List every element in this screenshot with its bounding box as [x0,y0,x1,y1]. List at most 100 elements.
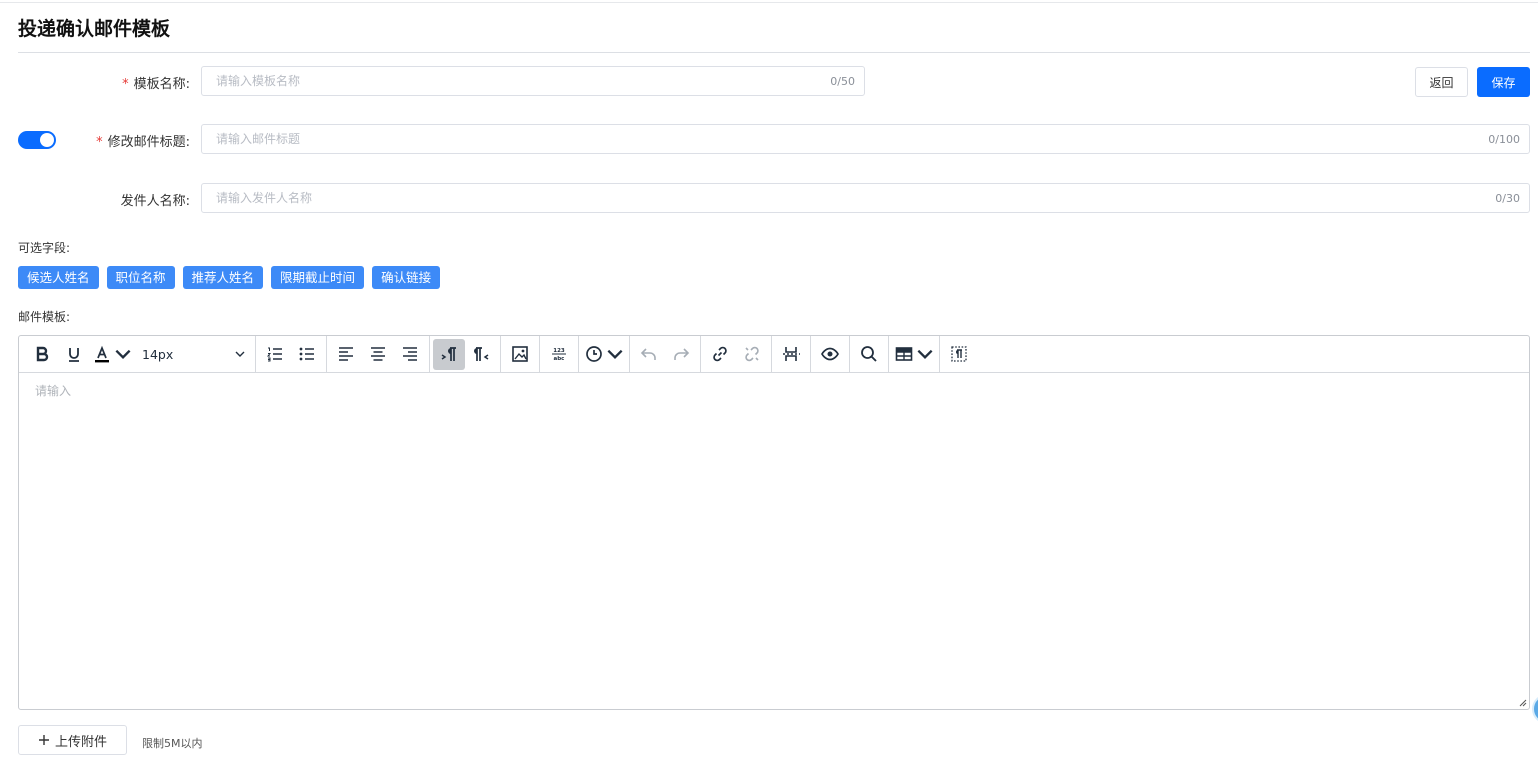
sender-name-field: 0/30 [201,183,1530,213]
title-divider [18,52,1530,53]
field-chip-confirm-link[interactable]: 确认链接 [372,266,441,289]
sender-name-label: 发件人名称: [120,194,190,209]
align-left-icon [339,347,353,361]
toolbar-group-image [501,336,540,373]
toolbar-group-preview [811,336,850,373]
ltr-button[interactable] [433,338,465,370]
numbered-list-button[interactable] [259,339,291,370]
redo-button[interactable] [665,339,697,370]
upload-attachment-label: 上传附件 [54,734,107,750]
table-icon [895,347,912,361]
template-name-label-text: 模板名称: [133,77,190,92]
align-center-button[interactable] [362,339,394,370]
back-button[interactable]: 返回 [1415,67,1468,97]
required-mark: * [96,135,103,150]
align-center-icon [371,347,385,361]
subject-toggle[interactable] [18,131,56,149]
template-name-field: 0/50 [201,66,865,96]
toolbar-group-direction [430,336,501,373]
field-chip-position-name[interactable]: 职位名称 [106,266,175,289]
toolbar-group-lists [256,336,327,373]
toggle-knob [40,133,54,147]
chevron-down-icon [607,349,622,359]
toolbar-group-time [579,336,630,373]
toolbar-group-links [701,336,772,373]
underline-button[interactable] [58,339,90,370]
rtl-icon [474,347,489,361]
upload-attachment-button[interactable]: 上传附件 [18,725,127,755]
sender-name-input[interactable] [216,185,1496,211]
mail-subject-counter: 0/100 [1488,132,1520,146]
page-title: 投递确认邮件模板 [18,18,171,40]
field-chip-referrer-name[interactable]: 推荐人姓名 [182,266,264,289]
field-chip-candidate-name[interactable]: 候选人姓名 [18,266,99,289]
preview-button[interactable] [814,339,846,370]
text-color-icon [94,345,109,363]
svg-text:abc: abc [554,356,565,362]
save-button[interactable]: 保存 [1477,67,1530,97]
toolbar-group-format: 14px [23,336,256,373]
font-size-value: 14px [142,346,174,362]
text-color-button[interactable] [90,339,134,370]
plus-icon [38,735,49,745]
show-blocks-button[interactable] [943,339,975,370]
mail-template-label: 邮件模板: [18,310,71,324]
optional-fields-label: 可选字段: [18,241,71,255]
numbered-list-icon [266,347,282,362]
toolbar-group-count: 123 abc [540,336,579,373]
mail-subject-label: * 修改邮件标题: [96,131,190,150]
undo-button[interactable] [633,339,665,370]
toolbar-group-table [889,336,940,373]
table-button[interactable] [892,339,936,370]
align-left-button[interactable] [330,339,362,370]
rich-text-editor: 14px 123 abc 请输入 [18,335,1530,710]
toolbar-group-search [850,336,889,373]
image-icon [512,346,528,362]
bold-icon [36,346,49,362]
insert-datetime-button[interactable] [582,339,626,370]
mail-subject-input[interactable] [216,126,1489,152]
field-chip-deadline[interactable]: 限期截止时间 [271,266,365,289]
bold-button[interactable] [26,339,58,370]
word-count-button[interactable]: 123 abc [543,339,575,370]
unlink-button[interactable] [736,339,768,370]
editor-content-area[interactable]: 请输入 [19,374,1529,709]
editor-toolbar: 14px 123 abc [19,336,1529,373]
chevron-down-icon [235,351,245,357]
floating-assistant-button[interactable] [1532,694,1538,724]
link-icon [713,346,727,362]
align-right-icon [403,347,417,361]
toolbar-group-history [630,336,701,373]
mail-subject-label-text: 修改邮件标题: [107,135,190,150]
upload-size-hint: 限制5M以内 [142,737,203,750]
required-mark: * [122,77,129,92]
rtl-button[interactable] [465,339,497,370]
toolbar-group-pagebreak [772,336,811,373]
toolbar-group-align [327,336,430,373]
unlink-icon [745,346,759,362]
search-replace-button[interactable] [853,339,885,370]
svg-text:123: 123 [553,348,565,354]
bullet-list-icon [299,347,314,361]
top-border [0,2,1538,3]
field-chips: 候选人姓名 职位名称 推荐人姓名 限期截止时间 确认链接 [18,266,441,289]
bullet-list-button[interactable] [291,339,323,370]
insert-image-button[interactable] [504,339,536,370]
font-size-select[interactable]: 14px [134,339,252,370]
word-count-icon: 123 abc [552,348,566,362]
template-name-input[interactable] [216,68,831,94]
undo-icon [640,348,656,360]
show-blocks-icon [951,346,967,362]
mail-subject-field: 0/100 [201,124,1530,154]
underline-icon [69,348,79,362]
chevron-down-icon [917,349,932,359]
align-right-button[interactable] [394,339,426,370]
editor-placeholder: 请输入 [35,384,72,398]
template-name-label: * 模板名称: [122,73,190,92]
resize-handle-icon[interactable] [1517,697,1527,707]
page-break-button[interactable] [775,339,807,370]
link-button[interactable] [704,339,736,370]
toolbar-group-blocks [940,336,978,373]
sender-name-counter: 0/30 [1495,191,1520,205]
template-name-counter: 0/50 [830,74,855,88]
